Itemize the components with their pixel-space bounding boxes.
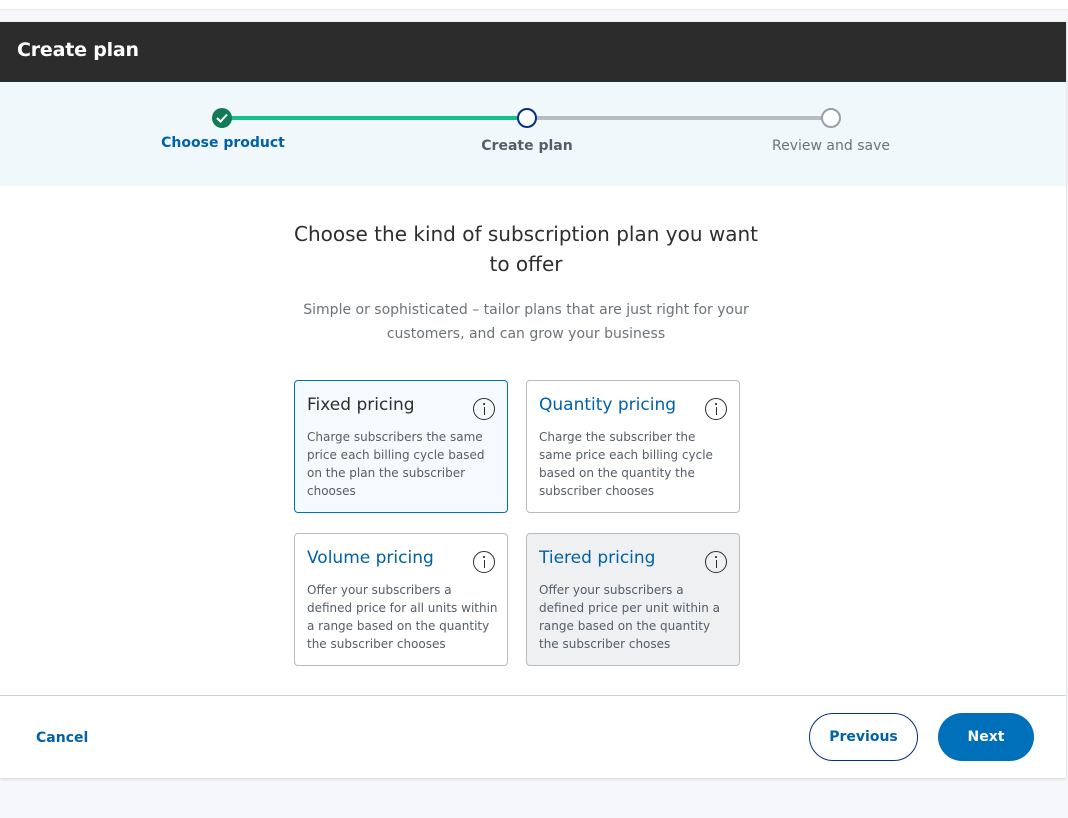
info-icon[interactable] [705,398,727,420]
plan-option-title: Volume pricing [307,548,434,568]
plan-option-title: Fixed pricing [307,395,415,415]
progress-track-upcoming [527,116,831,120]
section-subheading: Simple or sophisticated – tailor plans t… [303,302,749,342]
plan-option-quantity-pricing[interactable]: Quantity pricing Charge the subscriber t… [526,380,740,513]
info-icon[interactable] [473,398,495,420]
page-title: Create plan [17,39,139,61]
cancel-link[interactable]: Cancel [36,730,88,746]
plan-option-description: Charge subscribers the same price each b… [307,430,485,498]
plan-option-title: Tiered pricing [539,548,656,568]
footer-divider [0,695,1066,696]
progress-track-complete [222,116,527,120]
step-current-dot [517,108,537,128]
plan-option-description: Offer your subscribers a defined price f… [307,583,498,651]
panel-header: Create plan [0,22,1066,82]
step-complete-check-icon [212,108,232,128]
step-label-review-save: Review and save [772,138,890,154]
step-label-create-plan: Create plan [481,138,573,154]
top-strip [0,0,1068,10]
progress-stepper: Choose product Create plan Review and sa… [0,82,1066,186]
create-plan-panel: Create plan Choose product Create plan R… [0,22,1066,778]
plan-option-title: Quantity pricing [539,395,677,415]
info-icon[interactable] [473,551,495,573]
plan-option-fixed-pricing[interactable]: Fixed pricing Charge subscribers the sam… [294,380,508,513]
step-upcoming-dot [821,108,841,128]
plan-option-description: Offer your subscribers a defined price p… [539,583,721,651]
previous-button[interactable]: Previous [809,713,918,761]
section-heading: Choose the kind of subscription plan you… [293,222,758,276]
plan-option-tiered-pricing[interactable]: Tiered pricing Offer your subscribers a … [526,533,740,666]
info-icon[interactable] [705,551,727,573]
next-button[interactable]: Next [938,713,1034,761]
plan-option-description: Charge the subscriber the same price eac… [539,430,713,498]
step-label-choose-product[interactable]: Choose product [123,135,323,151]
plan-option-volume-pricing[interactable]: Volume pricing Offer your subscribers a … [294,533,508,666]
